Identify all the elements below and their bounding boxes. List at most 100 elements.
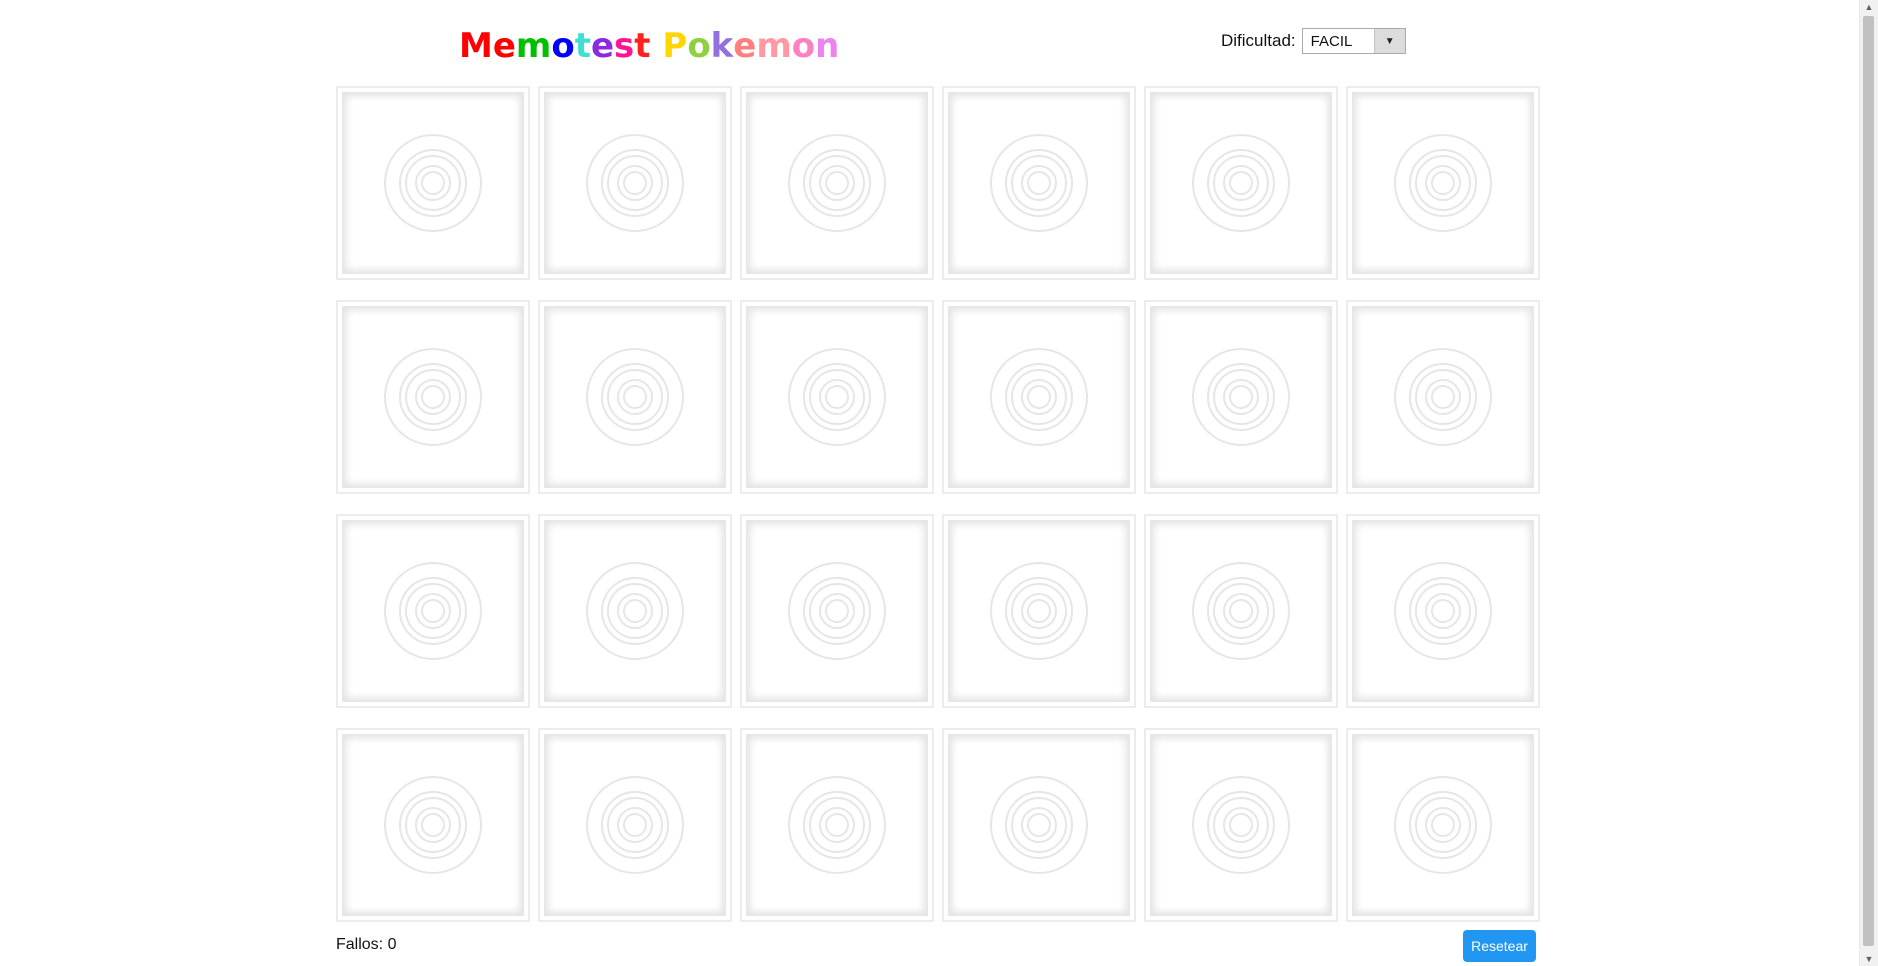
card-back [948, 734, 1130, 916]
memory-card[interactable] [1346, 300, 1540, 494]
title-letter: t [574, 26, 591, 66]
memory-card[interactable] [336, 728, 530, 922]
memory-card[interactable] [740, 300, 934, 494]
fails-counter: Fallos: 0 [336, 936, 397, 953]
card-back [342, 734, 524, 916]
card-back [342, 520, 524, 702]
memory-card[interactable] [942, 300, 1136, 494]
card-back [342, 92, 524, 274]
title-letter: e [733, 26, 757, 66]
title-letter: k [710, 26, 734, 66]
title-letter [651, 22, 663, 70]
pokeball-back-icon [788, 776, 886, 874]
title-letter: e [590, 26, 615, 66]
pokeball-back-icon [990, 348, 1088, 446]
scrollbar-thumb[interactable] [1863, 16, 1874, 946]
memory-card[interactable] [740, 86, 934, 280]
pokeball-back-icon [990, 134, 1088, 232]
pokeball-back-icon [384, 348, 482, 446]
title-letter: m [515, 26, 552, 66]
pokeball-back-icon [1192, 348, 1290, 446]
title-letter: o [687, 26, 711, 66]
memory-card[interactable] [538, 514, 732, 708]
pokeball-back-icon [586, 776, 684, 874]
card-back [1352, 92, 1534, 274]
card-back [948, 306, 1130, 488]
card-back [948, 92, 1130, 274]
memory-card[interactable] [1346, 728, 1540, 922]
memory-card[interactable] [336, 514, 530, 708]
pokeball-back-icon [384, 776, 482, 874]
card-back [746, 520, 928, 702]
memory-card[interactable] [1346, 86, 1540, 280]
pokeball-back-icon [1394, 348, 1492, 446]
card-back [1352, 734, 1534, 916]
pokeball-back-icon [586, 134, 684, 232]
card-board [336, 86, 1540, 922]
pokeball-back-icon [990, 776, 1088, 874]
difficulty-control: Dificultad: FACIL ▼ [1221, 28, 1406, 54]
memory-card[interactable] [1144, 300, 1338, 494]
memory-card[interactable] [336, 86, 530, 280]
card-back [544, 520, 726, 702]
title-letter: P [662, 26, 688, 66]
pokeball-back-icon [1192, 134, 1290, 232]
title-letter: e [492, 26, 516, 66]
difficulty-label: Dificultad: [1221, 31, 1296, 50]
memory-card[interactable] [942, 514, 1136, 708]
reset-button[interactable]: Resetear [1463, 930, 1536, 962]
memory-card[interactable] [1346, 514, 1540, 708]
card-back [948, 520, 1130, 702]
chevron-down-icon[interactable]: ▼ [1373, 29, 1405, 53]
title-letter: n [815, 26, 840, 66]
scroll-down-arrow-icon[interactable]: ▼ [1860, 952, 1878, 966]
title-letter: s [614, 26, 635, 66]
scroll-up-arrow-icon[interactable]: ▲ [1860, 0, 1878, 14]
difficulty-select[interactable]: FACIL ▼ [1301, 28, 1406, 54]
pokeball-back-icon [990, 562, 1088, 660]
card-back [746, 734, 928, 916]
memory-card[interactable] [942, 86, 1136, 280]
memory-card[interactable] [740, 514, 934, 708]
memory-card[interactable] [740, 728, 934, 922]
card-back [1352, 520, 1534, 702]
memory-card[interactable] [538, 728, 732, 922]
difficulty-selected-value: FACIL [1310, 32, 1353, 50]
page-title: Memotest Pokemon [459, 22, 839, 70]
pokeball-back-icon [384, 562, 482, 660]
card-back [1150, 306, 1332, 488]
pokeball-back-icon [1192, 776, 1290, 874]
card-back [1150, 734, 1332, 916]
memory-card[interactable] [336, 300, 530, 494]
card-back [544, 306, 726, 488]
pokeball-back-icon [1394, 562, 1492, 660]
card-back [1150, 520, 1332, 702]
title-letter: o [551, 26, 575, 66]
pokeball-back-icon [788, 562, 886, 660]
memory-card[interactable] [538, 300, 732, 494]
pokeball-back-icon [788, 134, 886, 232]
pokeball-back-icon [1192, 562, 1290, 660]
pokeball-back-icon [586, 562, 684, 660]
memory-card[interactable] [942, 728, 1136, 922]
card-back [544, 734, 726, 916]
pokeball-back-icon [384, 134, 482, 232]
pokeball-back-icon [788, 348, 886, 446]
memotest-page: Memotest Pokemon Dificultad: FACIL ▼ Fal… [0, 0, 1878, 966]
vertical-scrollbar[interactable]: ▲ ▼ [1859, 0, 1878, 966]
title-letter: M [459, 26, 493, 66]
memory-card[interactable] [1144, 86, 1338, 280]
card-back [746, 306, 928, 488]
pokeball-back-icon [1394, 776, 1492, 874]
card-back [342, 306, 524, 488]
memory-card[interactable] [538, 86, 732, 280]
title-letter: o [791, 26, 816, 66]
title-letter: m [756, 26, 792, 66]
card-back [1150, 92, 1332, 274]
card-back [746, 92, 928, 274]
memory-card[interactable] [1144, 728, 1338, 922]
pokeball-back-icon [1394, 134, 1492, 232]
memory-card[interactable] [1144, 514, 1338, 708]
title-letter: t [634, 26, 651, 66]
card-back [1352, 306, 1534, 488]
